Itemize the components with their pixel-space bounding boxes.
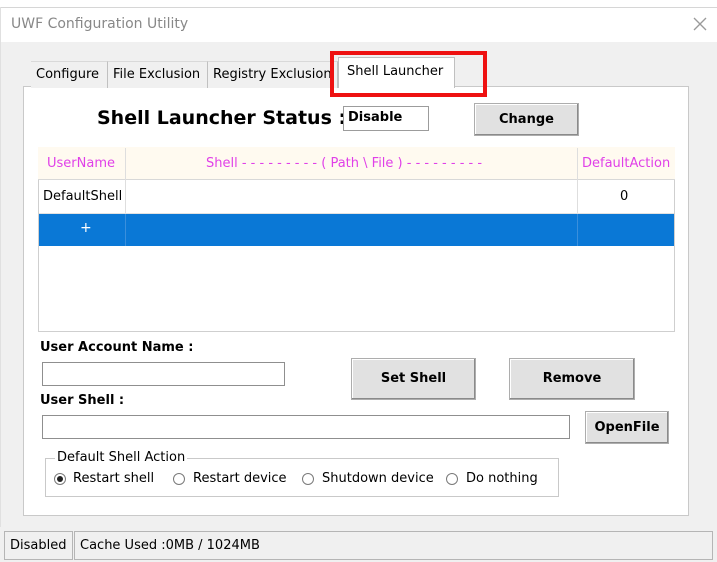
shell-launcher-status-value: Disable — [343, 106, 429, 131]
user-account-input[interactable] — [42, 362, 285, 386]
tab-registry-exclusion[interactable]: Registry Exclusion — [208, 61, 338, 88]
radio-do-nothing[interactable] — [446, 473, 458, 485]
radio-label-do-nothing[interactable]: Do nothing — [466, 471, 538, 486]
user-shell-input[interactable] — [42, 415, 570, 439]
default-shell-action-title: Default Shell Action — [55, 450, 188, 465]
openfile-button[interactable]: OpenFile — [585, 411, 669, 444]
radio-label-restart-device[interactable]: Restart device — [193, 471, 287, 486]
cell-defaultaction[interactable]: 0 — [620, 189, 628, 204]
remove-button[interactable]: Remove — [509, 358, 635, 400]
cell-username[interactable]: DefaultShell — [43, 189, 122, 204]
change-button[interactable]: Change — [474, 103, 579, 136]
tab-configure[interactable]: Configure — [31, 61, 108, 88]
new-row-marker: + — [80, 220, 92, 236]
column-header-defaultaction[interactable]: DefaultAction — [582, 147, 670, 180]
window-title: UWF Configuration Utility — [11, 16, 189, 32]
radio-restart-device[interactable] — [173, 473, 185, 485]
highlight-box — [330, 51, 487, 97]
close-icon[interactable] — [690, 14, 710, 34]
user-shell-label: User Shell : — [40, 393, 125, 408]
status-state: Disabled — [4, 531, 73, 560]
column-divider — [125, 214, 126, 246]
column-divider — [577, 214, 578, 246]
radio-shutdown-device[interactable] — [302, 473, 314, 485]
set-shell-button[interactable]: Set Shell — [351, 358, 476, 400]
tab-file-exclusion[interactable]: File Exclusion — [108, 61, 208, 88]
column-header-username[interactable]: UserName — [47, 147, 115, 180]
new-row[interactable] — [39, 214, 674, 246]
radio-label-shutdown-device[interactable]: Shutdown device — [322, 471, 434, 486]
status-cache: Cache Used :0MB / 1024MB — [74, 531, 713, 560]
shell-launcher-status-label: Shell Launcher Status : — [97, 107, 347, 129]
column-header-shell[interactable]: Shell - - - - - - - - - ( Path \ File ) … — [206, 147, 482, 180]
user-account-label: User Account Name : — [40, 340, 194, 355]
radio-label-restart-shell[interactable]: Restart shell — [73, 471, 154, 486]
radio-restart-shell[interactable] — [54, 473, 66, 485]
